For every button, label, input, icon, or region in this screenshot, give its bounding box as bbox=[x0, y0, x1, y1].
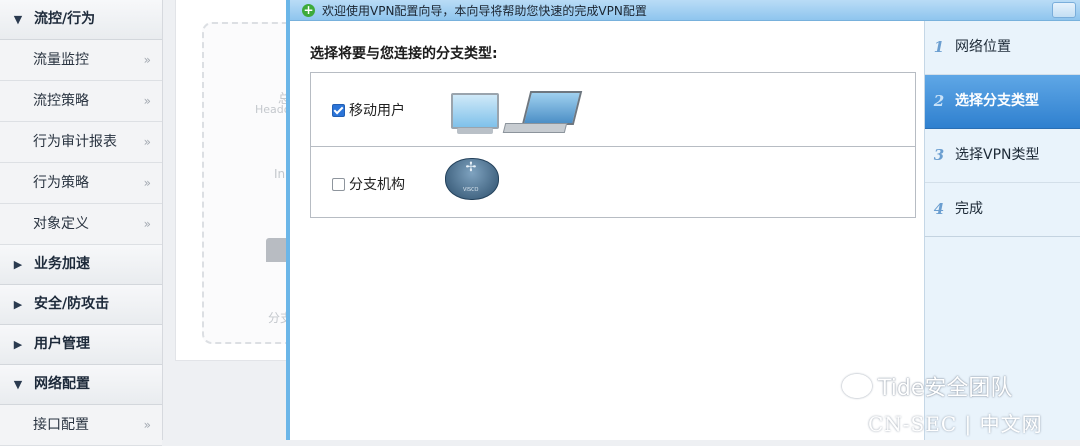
double-chevron-icon: » bbox=[143, 176, 151, 190]
sidebar-item-label: 接口配置 bbox=[33, 417, 89, 433]
watermark-secondary: CN-SEC | 中文网 bbox=[868, 412, 1043, 436]
step-select-branch-type[interactable]: 2 选择分支类型 bbox=[925, 75, 1080, 129]
sidebar-group-label: 安全/防攻击 bbox=[34, 296, 110, 312]
desktop-monitor-base bbox=[457, 128, 493, 134]
sidebar-group-business-accel[interactable]: ▶ 业务加速 bbox=[0, 245, 162, 285]
dialog-title-bar[interactable]: + 欢迎使用VPN配置向导，本向导将帮助您快速的完成VPN配置 bbox=[290, 0, 1080, 21]
desktop-monitor-icon bbox=[451, 93, 499, 129]
double-chevron-icon: » bbox=[143, 135, 151, 149]
branch-type-options: 移动用户 分支机构 ✢ VISCO bbox=[310, 72, 916, 218]
step-select-vpn-type[interactable]: 3 选择VPN类型 bbox=[925, 129, 1080, 183]
sidebar-group-security[interactable]: ▶ 安全/防攻击 bbox=[0, 285, 162, 325]
step-label: 选择VPN类型 bbox=[955, 147, 1040, 163]
option-label: 分支机构 bbox=[349, 177, 405, 193]
watermark-text: Tide安全团队 bbox=[878, 376, 1013, 401]
dialog-body: 选择将要与您连接的分支类型: 移动用户 分支机构 ✢ VISCO bbox=[290, 21, 924, 440]
router-arrows-icon: ✢ bbox=[465, 160, 477, 175]
laptop-icon bbox=[521, 91, 583, 125]
sidebar-group-user-management[interactable]: ▶ 用户管理 bbox=[0, 325, 162, 365]
background-text: In bbox=[274, 167, 286, 181]
sidebar-item-audit-report[interactable]: 行为审计报表 » bbox=[0, 122, 162, 163]
plus-icon: + bbox=[302, 2, 315, 17]
sidebar-item-behavior-policy[interactable]: 行为策略 » bbox=[0, 163, 162, 204]
step-label: 选择分支类型 bbox=[955, 93, 1039, 109]
step-network-location[interactable]: 1 网络位置 bbox=[925, 21, 1080, 75]
sidebar-group-label: 业务加速 bbox=[34, 256, 90, 272]
step-finish[interactable]: 4 完成 bbox=[925, 183, 1080, 237]
router-tag: VISCO bbox=[463, 187, 479, 193]
double-chevron-icon: » bbox=[143, 418, 151, 432]
option-label: 移动用户 bbox=[349, 103, 405, 119]
sidebar-item-label: 流量监控 bbox=[33, 52, 89, 68]
close-button[interactable] bbox=[1052, 2, 1076, 18]
sidebar-group-label: 流控/行为 bbox=[34, 11, 96, 27]
sidebar-group-label: 网络配置 bbox=[34, 376, 90, 392]
sidebar-item-flow-policy[interactable]: 流控策略 » bbox=[0, 81, 162, 122]
option-mobile-user[interactable]: 移动用户 bbox=[311, 73, 915, 145]
sidebar-item-label: 对象定义 bbox=[33, 216, 89, 232]
sidebar-group-label: 用户管理 bbox=[34, 336, 90, 352]
sidebar-group-network-config[interactable]: ▼ 网络配置 bbox=[0, 365, 162, 405]
sidebar-group-flow-control[interactable]: ▼ 流控/行为 bbox=[0, 0, 162, 40]
caret-down-icon: ▼ bbox=[13, 378, 23, 391]
sidebar-item-traffic-monitor[interactable]: 流量监控 » bbox=[0, 40, 162, 81]
step-number: 3 bbox=[933, 146, 945, 164]
step-label: 完成 bbox=[955, 201, 983, 217]
sidebar: ▼ 流控/行为 流量监控 » 流控策略 » 行为审计报表 » 行为策略 » 对象… bbox=[0, 0, 163, 446]
caret-right-icon: ▶ bbox=[13, 338, 23, 351]
double-chevron-icon: » bbox=[143, 94, 151, 108]
step-label: 网络位置 bbox=[955, 39, 1011, 55]
dialog-title: 欢迎使用VPN配置向导，本向导将帮助您快速的完成VPN配置 bbox=[322, 3, 647, 18]
double-chevron-icon: » bbox=[143, 53, 151, 67]
mobile-user-checkbox[interactable] bbox=[332, 104, 345, 117]
sidebar-item-label: 行为审计报表 bbox=[33, 134, 117, 150]
step-number: 1 bbox=[933, 38, 945, 56]
branch-type-prompt: 选择将要与您连接的分支类型: bbox=[310, 46, 498, 62]
wechat-icon bbox=[842, 374, 872, 398]
step-number: 4 bbox=[933, 200, 945, 218]
caret-right-icon: ▶ bbox=[13, 298, 23, 311]
double-chevron-icon: » bbox=[143, 217, 151, 231]
caret-right-icon: ▶ bbox=[13, 258, 23, 271]
option-branch-office[interactable]: 分支机构 ✢ VISCO bbox=[311, 146, 915, 219]
branch-office-checkbox[interactable] bbox=[332, 178, 345, 191]
sidebar-item-label: 行为策略 bbox=[33, 175, 89, 191]
sidebar-item-object-definition[interactable]: 对象定义 » bbox=[0, 204, 162, 245]
step-number: 2 bbox=[933, 92, 945, 110]
caret-down-icon: ▼ bbox=[13, 13, 23, 26]
laptop-base bbox=[502, 123, 568, 133]
sidebar-item-label: 流控策略 bbox=[33, 93, 89, 109]
watermark-primary: Tide安全团队 bbox=[842, 370, 1012, 402]
